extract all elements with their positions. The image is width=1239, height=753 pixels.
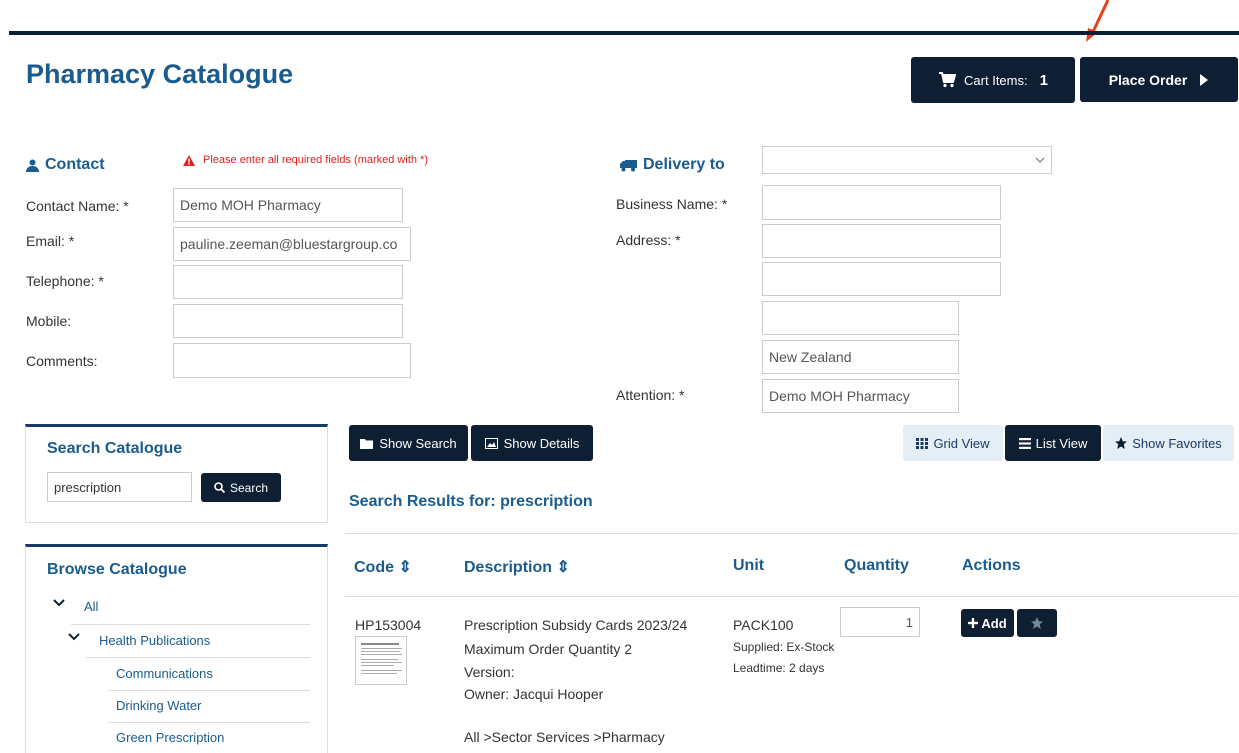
row-category-path[interactable]: All >Sector Services >Pharmacy: [464, 729, 665, 745]
row-leadtime: Leadtime: 2 days: [733, 661, 825, 675]
page-title: Pharmacy Catalogue: [26, 59, 294, 89]
browse-catalogue-panel: Browse Catalogue All Health Publications…: [25, 544, 328, 753]
contact-heading: Contact: [26, 156, 105, 174]
list-icon: [1018, 437, 1031, 449]
list-view-button[interactable]: List View: [1005, 425, 1101, 461]
grid-icon: [916, 437, 929, 449]
delivery-heading: Delivery to: [620, 156, 725, 174]
browse-catalogue-heading: Browse Catalogue: [47, 561, 187, 578]
star-icon: [1115, 437, 1128, 449]
chevron-down-icon: [68, 633, 80, 641]
column-quantity: Quantity: [844, 557, 909, 574]
attention-label: Attention: *: [616, 387, 685, 403]
search-button[interactable]: Search: [201, 473, 281, 502]
column-code[interactable]: Code ⇕: [354, 557, 412, 577]
tree-item-health-publications[interactable]: Health Publications: [99, 633, 210, 648]
row-code: HP153004: [355, 617, 422, 633]
user-icon: [26, 159, 39, 172]
contact-heading-text: Contact: [45, 156, 105, 173]
delivery-select[interactable]: [762, 146, 1052, 174]
required-warning: Please enter all required fields (marked…: [183, 154, 428, 166]
search-icon: [214, 482, 225, 493]
show-favorites-button[interactable]: Show Favorites: [1103, 425, 1234, 461]
row-version: Version:: [464, 664, 515, 680]
country-input[interactable]: New Zealand: [762, 340, 959, 374]
search-catalogue-panel: Search Catalogue prescription Search: [25, 424, 328, 523]
tree-item-communications[interactable]: Communications: [116, 666, 213, 681]
delivery-heading-text: Delivery to: [643, 156, 725, 173]
column-unit: Unit: [733, 557, 765, 574]
header-divider: [345, 596, 1238, 597]
place-order-label: Place Order: [1108, 71, 1188, 88]
cart-label: Cart Items:: [964, 72, 1028, 88]
tree-item-all[interactable]: All: [84, 599, 98, 614]
add-to-cart-button[interactable]: Add: [961, 609, 1014, 637]
telephone-input[interactable]: [173, 265, 403, 299]
telephone-label: Telephone: *: [26, 273, 104, 289]
address-label: Address: *: [616, 232, 681, 248]
business-name-label: Business Name: *: [616, 196, 728, 212]
place-order-button[interactable]: Place Order: [1080, 57, 1238, 102]
row-unit: PACK100: [733, 617, 794, 633]
show-favorites-label: Show Favorites: [1132, 435, 1222, 451]
chevron-down-icon: [53, 599, 65, 607]
row-description[interactable]: Prescription Subsidy Cards 2023/24: [464, 617, 687, 633]
grid-view-button[interactable]: Grid View: [903, 425, 1003, 461]
results-divider: [345, 533, 1238, 534]
results-heading: Search Results for: prescription: [349, 493, 593, 510]
address-line3-input[interactable]: [762, 301, 959, 335]
column-description[interactable]: Description ⇕: [464, 557, 570, 577]
quantity-input[interactable]: 1: [840, 607, 920, 637]
top-divider: [9, 31, 1239, 35]
star-icon: [1031, 617, 1043, 629]
email-input[interactable]: pauline.zeeman@bluestargroup.co: [173, 227, 411, 261]
list-view-label: List View: [1035, 435, 1088, 451]
row-max-quantity: Maximum Order Quantity 2: [464, 641, 633, 657]
column-actions: Actions: [962, 557, 1021, 574]
mobile-input[interactable]: [173, 304, 403, 338]
show-details-button[interactable]: Show Details: [471, 425, 593, 461]
show-search-label: Show Search: [379, 435, 457, 451]
cart-button[interactable]: Cart Items: 1: [911, 57, 1075, 103]
tree-item-drinking-water[interactable]: Drinking Water: [116, 698, 201, 713]
search-button-label: Search: [229, 480, 269, 495]
row-owner: Owner: Jacqui Hooper: [464, 686, 604, 702]
show-search-button[interactable]: Show Search: [349, 425, 468, 461]
show-details-label: Show Details: [503, 435, 580, 451]
favorite-button[interactable]: [1017, 609, 1057, 637]
image-icon: [484, 437, 498, 449]
truck-icon: [620, 159, 637, 171]
row-supplied: Supplied: Ex-Stock: [733, 640, 835, 654]
grid-view-label: Grid View: [933, 435, 990, 451]
product-thumbnail[interactable]: [355, 636, 407, 685]
warning-text: Please enter all required fields (marked…: [203, 154, 428, 166]
comments-label: Comments:: [26, 353, 98, 369]
tree-item-green-prescription[interactable]: Green Prescription: [116, 730, 224, 745]
add-button-label: Add: [981, 615, 1007, 631]
warning-icon: [183, 154, 195, 166]
business-name-input[interactable]: [762, 185, 1001, 220]
chevron-down-icon: [1035, 157, 1045, 163]
plus-icon: [968, 618, 979, 628]
cart-icon: [939, 72, 957, 88]
folder-icon: [360, 438, 374, 449]
contact-name-input[interactable]: Demo MOH Pharmacy: [173, 188, 403, 222]
email-label: Email: *: [26, 233, 75, 249]
catalogue-search-input[interactable]: prescription: [47, 472, 192, 502]
address-line1-input[interactable]: [762, 224, 1001, 258]
comments-input[interactable]: [173, 343, 411, 378]
mobile-label: Mobile:: [26, 313, 72, 329]
caret-right-icon: [1200, 73, 1209, 86]
annotation-arrow: [1086, 0, 1110, 42]
address-line2-input[interactable]: [762, 262, 1001, 296]
attention-input[interactable]: Demo MOH Pharmacy: [762, 379, 959, 413]
contact-name-label: Contact Name: *: [26, 198, 129, 214]
search-catalogue-heading: Search Catalogue: [47, 440, 183, 457]
cart-count: 1: [1039, 71, 1048, 89]
